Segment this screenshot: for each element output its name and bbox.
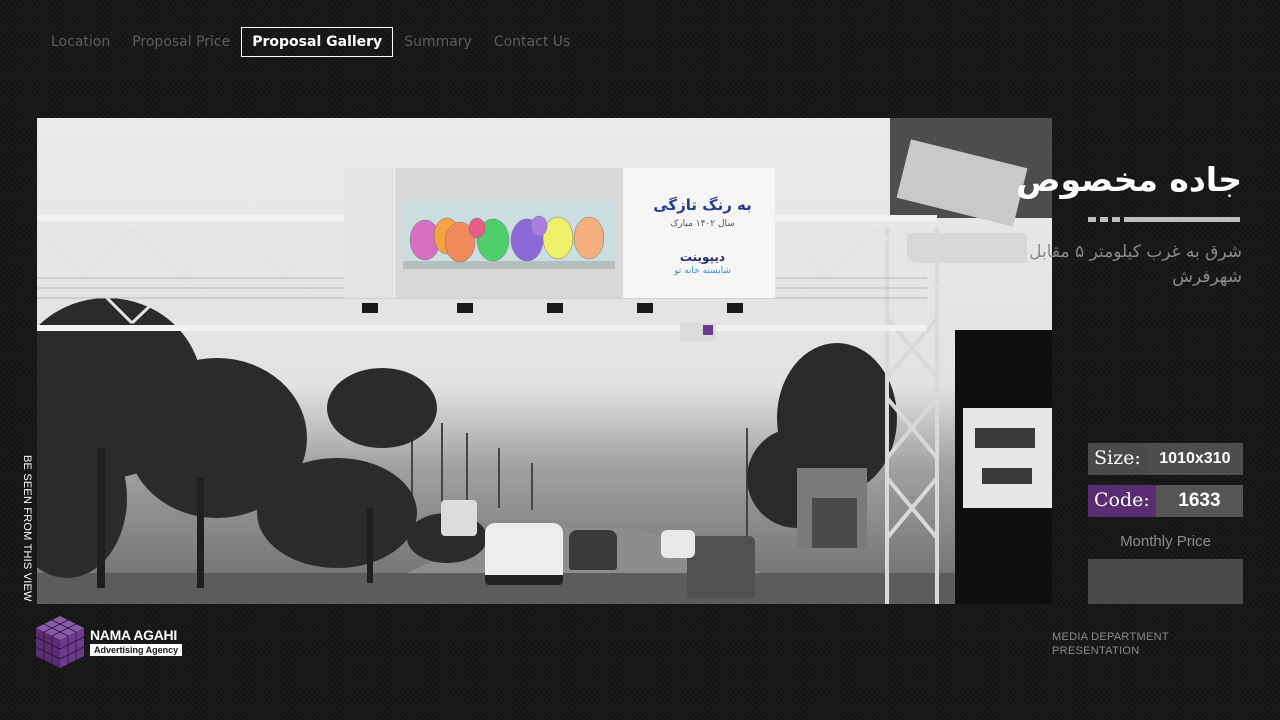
car-dark xyxy=(569,530,617,570)
footer-note: MEDIA DEPARTMENT PRESENTATION xyxy=(1052,630,1169,658)
monthly-price-value xyxy=(1088,559,1243,604)
title-divider xyxy=(1088,217,1244,222)
car-truck xyxy=(687,536,755,598)
top-nav: Location Proposal Price Proposal Gallery… xyxy=(40,27,581,57)
brand-name: NAMA AGAHI xyxy=(90,627,177,643)
location-title: جاده مخصوص xyxy=(1016,160,1242,199)
side-caption: BE SEEN FROM THIS VIEW xyxy=(21,455,33,602)
code-label: Code: xyxy=(1088,485,1156,517)
nav-summary[interactable]: Summary xyxy=(393,27,483,57)
code-spec: Code: 1633 xyxy=(1088,485,1243,517)
brand-tagline: Advertising Agency xyxy=(90,644,183,656)
car-white-small xyxy=(661,530,695,558)
size-spec: Size: 1010x310 xyxy=(1088,443,1243,475)
location-subtitle: شرق به غرب کیلومتر ۵ مقابل شهرفرش xyxy=(1029,242,1242,287)
footer-note-line2: PRESENTATION xyxy=(1052,645,1140,657)
code-value: 1633 xyxy=(1155,485,1243,517)
billboard-photo: به رنگ تازگی سال ۱۴۰۲ مبارک دیپوینت شایس… xyxy=(37,118,1052,604)
monthly-price-label: Monthly Price xyxy=(1120,533,1211,550)
car-suv xyxy=(485,523,563,585)
nav-proposal-price[interactable]: Proposal Price xyxy=(121,27,241,57)
billboard-headline: به رنگ تازگی xyxy=(653,196,752,214)
billboard-brand: دیپوینت xyxy=(679,250,726,264)
billboard-slogan: شایسته خانه تو xyxy=(674,266,731,276)
size-value: 1010x310 xyxy=(1146,443,1243,475)
footer-note-line1: MEDIA DEPARTMENT xyxy=(1052,631,1169,643)
nav-proposal-gallery[interactable]: Proposal Gallery xyxy=(241,27,394,57)
billboard-subline: سال ۱۴۰۲ مبارک xyxy=(670,219,735,229)
size-label: Size: xyxy=(1094,447,1141,469)
bus xyxy=(441,500,477,536)
nav-contact-us[interactable]: Contact Us xyxy=(483,27,581,57)
nav-location[interactable]: Location xyxy=(40,27,121,57)
